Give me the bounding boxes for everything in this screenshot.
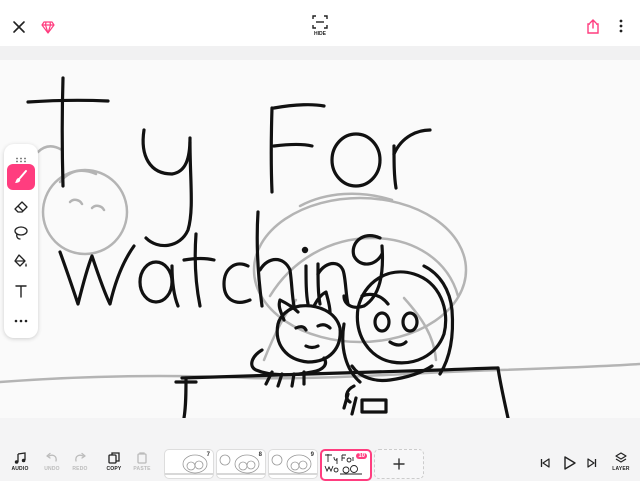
frame-thumbnail[interactable]: 9 [268, 449, 318, 479]
drawing-canvas[interactable] [0, 60, 640, 418]
frame-number: 9 [310, 452, 314, 458]
frame-number: 7 [206, 452, 210, 458]
plus-icon [393, 458, 405, 470]
play-icon[interactable] [560, 454, 578, 472]
layers-icon [615, 452, 627, 463]
frame-thumbnail-active[interactable]: 10 [320, 449, 372, 481]
skip-forward-icon[interactable] [585, 456, 599, 470]
paste-icon [137, 452, 147, 464]
music-note-icon [14, 452, 26, 464]
top-divider-strip [0, 46, 640, 60]
lasso-icon[interactable] [7, 220, 35, 246]
close-icon[interactable] [10, 18, 28, 36]
share-icon[interactable] [584, 17, 602, 35]
drawing-artwork [0, 76, 640, 418]
gem-icon[interactable] [39, 18, 57, 36]
redo-label: REDO [72, 466, 88, 472]
more-icon[interactable] [7, 308, 35, 334]
tool-panel [4, 144, 38, 338]
undo-icon [46, 452, 57, 462]
copy-label: COPY [106, 466, 122, 472]
fill-bucket-icon[interactable] [7, 248, 35, 274]
add-frame-button[interactable] [374, 449, 424, 479]
copy-icon [108, 452, 120, 464]
audio-label: AUDIO [11, 466, 29, 472]
paste-button[interactable]: PASTE [122, 452, 162, 472]
undo-label: UNDO [44, 466, 60, 472]
frame-thumbnail[interactable]: 8 [216, 449, 266, 479]
more-vertical-icon[interactable] [614, 17, 628, 35]
layer-button[interactable]: LAYER [601, 452, 640, 472]
paste-label: PASTE [133, 466, 151, 472]
hide-label: HIDE [314, 31, 326, 37]
skip-back-icon[interactable] [538, 456, 552, 470]
frame-number: 10 [356, 453, 367, 459]
eraser-icon[interactable] [7, 194, 35, 220]
frame-thumbnail[interactable]: 7 [164, 449, 214, 479]
frame-number: 8 [258, 452, 262, 458]
brush-icon[interactable] [7, 164, 35, 190]
redo-icon [75, 452, 86, 462]
text-icon[interactable] [7, 278, 35, 304]
layer-label: LAYER [612, 466, 630, 472]
hide-ui-icon[interactable] [310, 14, 330, 30]
